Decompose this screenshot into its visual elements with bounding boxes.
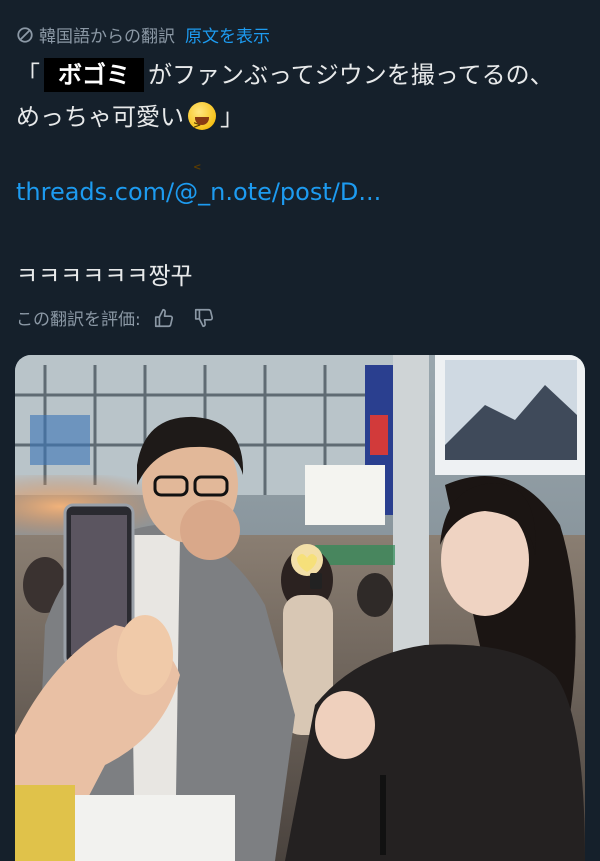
close-quote: 」: [220, 103, 244, 131]
redacted-name: ボゴミ: [44, 58, 144, 92]
threads-link[interactable]: threads.com/@_n.ote/post/D...: [16, 178, 381, 206]
view-original-link[interactable]: 原文を表示: [185, 22, 270, 47]
rate-translation: この翻訳を評価:: [16, 305, 215, 330]
thumbs-down-icon[interactable]: [193, 307, 215, 329]
rate-label: この翻訳を評価:: [16, 310, 141, 330]
laughing-emoji-icon: [188, 102, 216, 189]
tweet-line1: がファンぶってジウンを撮ってるの、: [148, 61, 554, 89]
open-quote: 「: [16, 61, 40, 89]
photo-illustration: [15, 355, 585, 861]
translation-label: 韓国語からの翻訳: [39, 27, 175, 47]
tweet-line2: めっちゃ可愛い: [16, 103, 184, 131]
tweet-media-photo[interactable]: [15, 355, 585, 861]
translation-header: 韓国語からの翻訳 原文を表示: [16, 22, 270, 47]
tweet-text: 「ボゴミがファンぶってジウンを撮ってるの、 めっちゃ可愛い 」: [16, 54, 586, 189]
no-translate-icon: [17, 26, 33, 43]
korean-text: ㅋㅋㅋㅋㅋㅋ짱꾸: [16, 262, 193, 290]
thumbs-up-icon[interactable]: [153, 307, 175, 329]
